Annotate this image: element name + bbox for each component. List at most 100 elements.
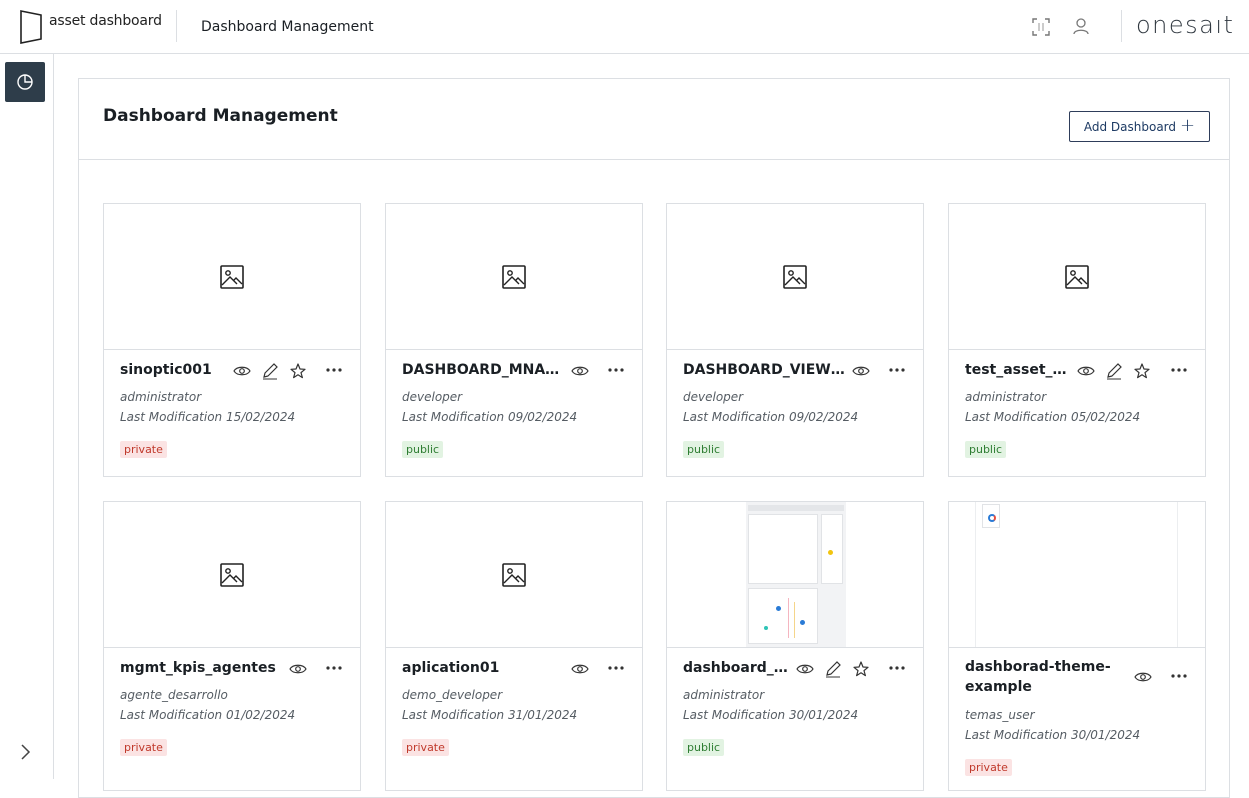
more-options-button[interactable] bbox=[1169, 361, 1189, 379]
view-button[interactable] bbox=[796, 660, 814, 678]
dashboard-title[interactable]: dashboard_Ul... bbox=[683, 660, 792, 676]
image-placeholder-icon bbox=[220, 562, 244, 587]
more-options-button[interactable] bbox=[606, 361, 626, 379]
chevron-right-icon[interactable] bbox=[16, 742, 34, 762]
dashboard-thumbnail[interactable] bbox=[104, 204, 360, 350]
dashboard-preview-image bbox=[975, 502, 1178, 647]
dashboard-title[interactable]: sinoptic001 bbox=[120, 362, 212, 378]
view-button[interactable] bbox=[233, 362, 251, 380]
header-divider bbox=[176, 10, 177, 42]
more-horizontal-icon bbox=[326, 368, 342, 372]
dashboard-title[interactable]: DASHBOARD_MNAGE... bbox=[402, 362, 567, 378]
last-modification: Last Modification 01/02/2024 bbox=[120, 708, 296, 722]
dashboard-title[interactable]: aplication01 bbox=[402, 660, 499, 676]
app-name[interactable]: asset dashboard bbox=[49, 13, 162, 29]
star-icon bbox=[1134, 363, 1150, 379]
image-placeholder-icon bbox=[220, 264, 244, 289]
dashboard-thumbnail[interactable] bbox=[667, 502, 923, 648]
view-button[interactable] bbox=[289, 660, 307, 678]
more-horizontal-icon bbox=[1171, 674, 1187, 678]
last-modification: Last Modification 05/02/2024 bbox=[965, 410, 1141, 424]
image-placeholder-icon bbox=[502, 264, 526, 289]
card-actions bbox=[796, 660, 870, 678]
dashboard-card[interactable]: mgmt_kpis_agentes agente_desarrollo Last M… bbox=[103, 501, 361, 791]
favorite-button[interactable] bbox=[1133, 362, 1151, 380]
dashboard-card[interactable]: dashboard_Ul... administrator Last Modific… bbox=[666, 501, 924, 791]
panel-header: Dashboard Management Add Dashboard + bbox=[79, 79, 1229, 160]
pencil-icon bbox=[1107, 363, 1122, 380]
add-dashboard-label: Add Dashboard bbox=[1083, 119, 1177, 134]
dashboard-owner: agente_desarrollo bbox=[120, 688, 228, 702]
card-actions bbox=[571, 660, 589, 678]
add-dashboard-button[interactable]: Add Dashboard + bbox=[1069, 111, 1210, 142]
dashboard-card[interactable]: aplication01 demo_developer Last Modificat… bbox=[385, 501, 643, 791]
view-button[interactable] bbox=[852, 362, 870, 380]
last-modification: Last Modification 30/01/2024 bbox=[965, 728, 1141, 742]
dashboard-thumbnail[interactable] bbox=[949, 204, 1205, 350]
dashboard-owner: administrator bbox=[683, 688, 765, 702]
visibility-badge: public bbox=[683, 739, 725, 756]
favorite-button[interactable] bbox=[852, 660, 870, 678]
image-placeholder-icon bbox=[502, 562, 526, 587]
dashboard-thumbnail[interactable] bbox=[386, 204, 642, 350]
dashboard-owner: administrator bbox=[120, 390, 202, 404]
view-button[interactable] bbox=[571, 660, 589, 678]
pencil-icon bbox=[826, 661, 841, 678]
fullscreen-icon[interactable] bbox=[1031, 17, 1051, 37]
more-horizontal-icon bbox=[608, 666, 624, 670]
eye-icon bbox=[571, 366, 589, 376]
dashboard-card[interactable]: sinoptic001 administrator Last Modificatio… bbox=[103, 203, 361, 477]
card-actions bbox=[571, 362, 589, 380]
star-icon bbox=[853, 661, 869, 677]
more-horizontal-icon bbox=[889, 666, 905, 670]
dashboard-card[interactable]: dashborad-theme-example temas_user Last Mo… bbox=[948, 501, 1206, 791]
view-button[interactable] bbox=[571, 362, 589, 380]
eye-icon bbox=[289, 664, 307, 674]
more-horizontal-icon bbox=[1171, 368, 1187, 372]
logo-mark-icon bbox=[20, 10, 42, 44]
eye-icon bbox=[233, 366, 251, 376]
edit-button[interactable] bbox=[1105, 362, 1123, 380]
header-divider bbox=[1121, 10, 1122, 42]
favorite-button[interactable] bbox=[289, 362, 307, 380]
eye-icon bbox=[796, 664, 814, 674]
dashboard-thumbnail[interactable] bbox=[386, 502, 642, 648]
dashboard-owner: developer bbox=[402, 390, 463, 404]
dashboard-owner: administrator bbox=[965, 390, 1047, 404]
view-button[interactable] bbox=[1077, 362, 1095, 380]
edit-button[interactable] bbox=[824, 660, 842, 678]
dashboard-owner: developer bbox=[683, 390, 744, 404]
dashboard-title[interactable]: mgmt_kpis_agentes bbox=[120, 660, 276, 676]
dashboard-thumbnail[interactable] bbox=[667, 204, 923, 350]
dashboard-card[interactable]: DASHBOARD_VIEW_A... developer Last Modific… bbox=[666, 203, 924, 477]
visibility-badge: private bbox=[120, 441, 167, 458]
card-actions bbox=[1077, 362, 1151, 380]
visibility-badge: private bbox=[965, 759, 1012, 776]
more-options-button[interactable] bbox=[324, 659, 344, 677]
dashboard-owner: temas_user bbox=[965, 708, 1035, 722]
view-button[interactable] bbox=[1134, 668, 1152, 686]
sidebar-item-dashboards[interactable] bbox=[5, 62, 45, 102]
more-options-button[interactable] bbox=[887, 361, 907, 379]
dashboard-card[interactable]: DASHBOARD_MNAGE... developer Last Modifica… bbox=[385, 203, 643, 477]
card-actions bbox=[233, 362, 307, 380]
dashboard-card[interactable]: test_asset_d... administrator Last Modific… bbox=[948, 203, 1206, 477]
more-options-button[interactable] bbox=[1169, 667, 1189, 685]
more-options-button[interactable] bbox=[324, 361, 344, 379]
user-icon[interactable] bbox=[1071, 16, 1091, 36]
image-placeholder-icon bbox=[783, 264, 807, 289]
edit-button[interactable] bbox=[261, 362, 279, 380]
pie-chart-icon bbox=[17, 74, 33, 90]
dashboard-thumbnail[interactable] bbox=[104, 502, 360, 648]
more-options-button[interactable] bbox=[606, 659, 626, 677]
dashboard-title[interactable]: test_asset_d... bbox=[965, 362, 1073, 378]
sidebar bbox=[0, 54, 54, 779]
visibility-badge: private bbox=[402, 739, 449, 756]
dashboard-title[interactable]: DASHBOARD_VIEW_A... bbox=[683, 362, 848, 378]
more-horizontal-icon bbox=[326, 666, 342, 670]
last-modification: Last Modification 30/01/2024 bbox=[683, 708, 859, 722]
dashboard-title[interactable]: dashborad-theme-example bbox=[965, 657, 1125, 697]
dashboard-preview-image bbox=[746, 502, 846, 647]
dashboard-thumbnail[interactable] bbox=[949, 502, 1205, 648]
more-options-button[interactable] bbox=[887, 659, 907, 677]
